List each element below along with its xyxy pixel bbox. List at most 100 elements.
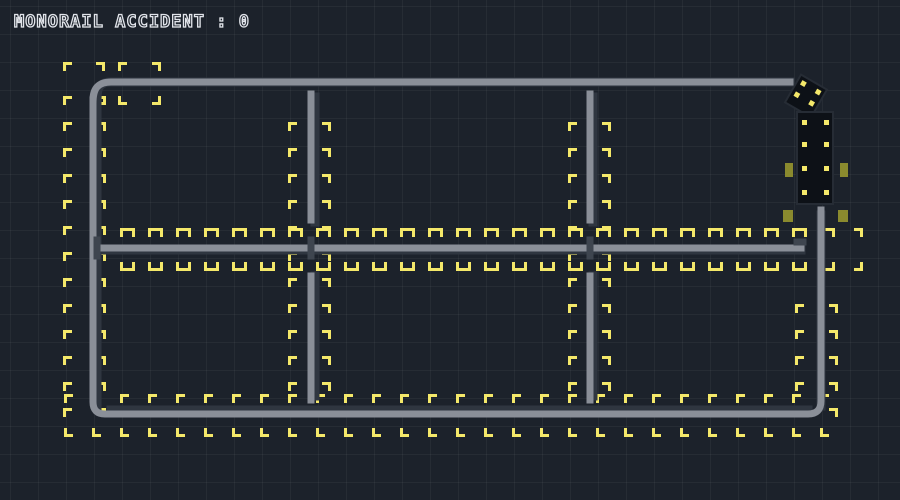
track-marker — [708, 428, 717, 437]
track-marker — [854, 262, 863, 271]
track-marker — [288, 330, 297, 339]
track-marker — [736, 228, 745, 237]
track-marker — [456, 394, 465, 403]
track-marker — [602, 278, 611, 287]
track-marker — [63, 408, 72, 417]
track-marker — [118, 62, 127, 71]
track-marker — [540, 228, 549, 237]
track-marker — [322, 122, 331, 131]
track-marker — [795, 382, 804, 391]
track-marker — [484, 394, 493, 403]
track-marker — [92, 428, 101, 437]
track-marker — [602, 304, 611, 313]
track-marker — [63, 200, 72, 209]
track-marker — [428, 228, 437, 237]
track-marker — [344, 262, 353, 271]
track-marker — [512, 394, 521, 403]
track-marker — [288, 262, 297, 271]
track-marker — [288, 304, 297, 313]
track-marker — [624, 394, 633, 403]
track-marker — [260, 228, 269, 237]
track-marker — [232, 228, 241, 237]
track-marker — [652, 262, 661, 271]
track-marker — [568, 304, 577, 313]
track-marker — [568, 122, 577, 131]
track-marker — [148, 228, 157, 237]
track-marker — [602, 148, 611, 157]
track-marker — [540, 262, 549, 271]
track-marker — [795, 356, 804, 365]
track-marker — [288, 174, 297, 183]
track-marker — [63, 96, 72, 105]
monorail-track — [89, 77, 826, 418]
track-marker — [820, 428, 829, 437]
track-marker — [652, 228, 661, 237]
track-marker — [344, 394, 353, 403]
track-marker — [736, 394, 745, 403]
track-marker — [322, 356, 331, 365]
track-marker — [63, 304, 72, 313]
track-marker — [568, 278, 577, 287]
track-marker — [624, 262, 633, 271]
track-marker — [795, 304, 804, 313]
track-marker — [322, 304, 331, 313]
track-marker — [260, 394, 269, 403]
track-marker — [764, 228, 773, 237]
track-marker — [120, 262, 129, 271]
track-marker — [428, 394, 437, 403]
track-marker — [204, 428, 213, 437]
track-marker — [63, 356, 72, 365]
track-marker — [602, 122, 611, 131]
track-marker — [148, 428, 157, 437]
track-marker — [152, 62, 161, 71]
track-outer-loop — [89, 96, 825, 418]
track-marker — [400, 428, 409, 437]
track-marker — [680, 228, 689, 237]
track-marker — [232, 394, 241, 403]
track-marker — [568, 356, 577, 365]
track-marker — [260, 262, 269, 271]
track-marker — [602, 382, 611, 391]
track-marker — [63, 278, 72, 287]
track-marker — [624, 428, 633, 437]
track-marker — [428, 262, 437, 271]
track-marker — [829, 304, 838, 313]
track-marker — [568, 394, 577, 403]
track-marker — [63, 226, 72, 235]
track-marker — [602, 356, 611, 365]
track-marker — [288, 148, 297, 157]
track-marker — [322, 278, 331, 287]
track-marker — [652, 428, 661, 437]
track-marker — [63, 330, 72, 339]
track-marker — [322, 330, 331, 339]
track-marker — [484, 228, 493, 237]
track-marker — [829, 356, 838, 365]
track-marker — [322, 148, 331, 157]
track-marker — [708, 262, 717, 271]
track-marker — [854, 228, 863, 237]
track-marker — [288, 382, 297, 391]
track-marker — [63, 122, 72, 131]
track-marker — [540, 394, 549, 403]
track-marker — [176, 428, 185, 437]
track-marker — [322, 174, 331, 183]
track-marker — [204, 262, 213, 271]
track-marker — [152, 96, 161, 105]
track-marker — [120, 428, 129, 437]
track-marker — [568, 428, 577, 437]
track-marker — [322, 200, 331, 209]
track-marker — [400, 262, 409, 271]
monorail-train[interactable] — [783, 73, 834, 205]
track-marker — [316, 262, 325, 271]
track-marker — [568, 262, 577, 271]
track-marker — [596, 262, 605, 271]
track-marker — [322, 382, 331, 391]
track-marker — [652, 394, 661, 403]
track-marker — [176, 394, 185, 403]
track-marker — [708, 394, 717, 403]
track-top-rail — [89, 78, 794, 104]
track-marker — [829, 408, 838, 417]
track-marker — [512, 262, 521, 271]
track-marker — [288, 278, 297, 287]
track-marker — [204, 228, 213, 237]
